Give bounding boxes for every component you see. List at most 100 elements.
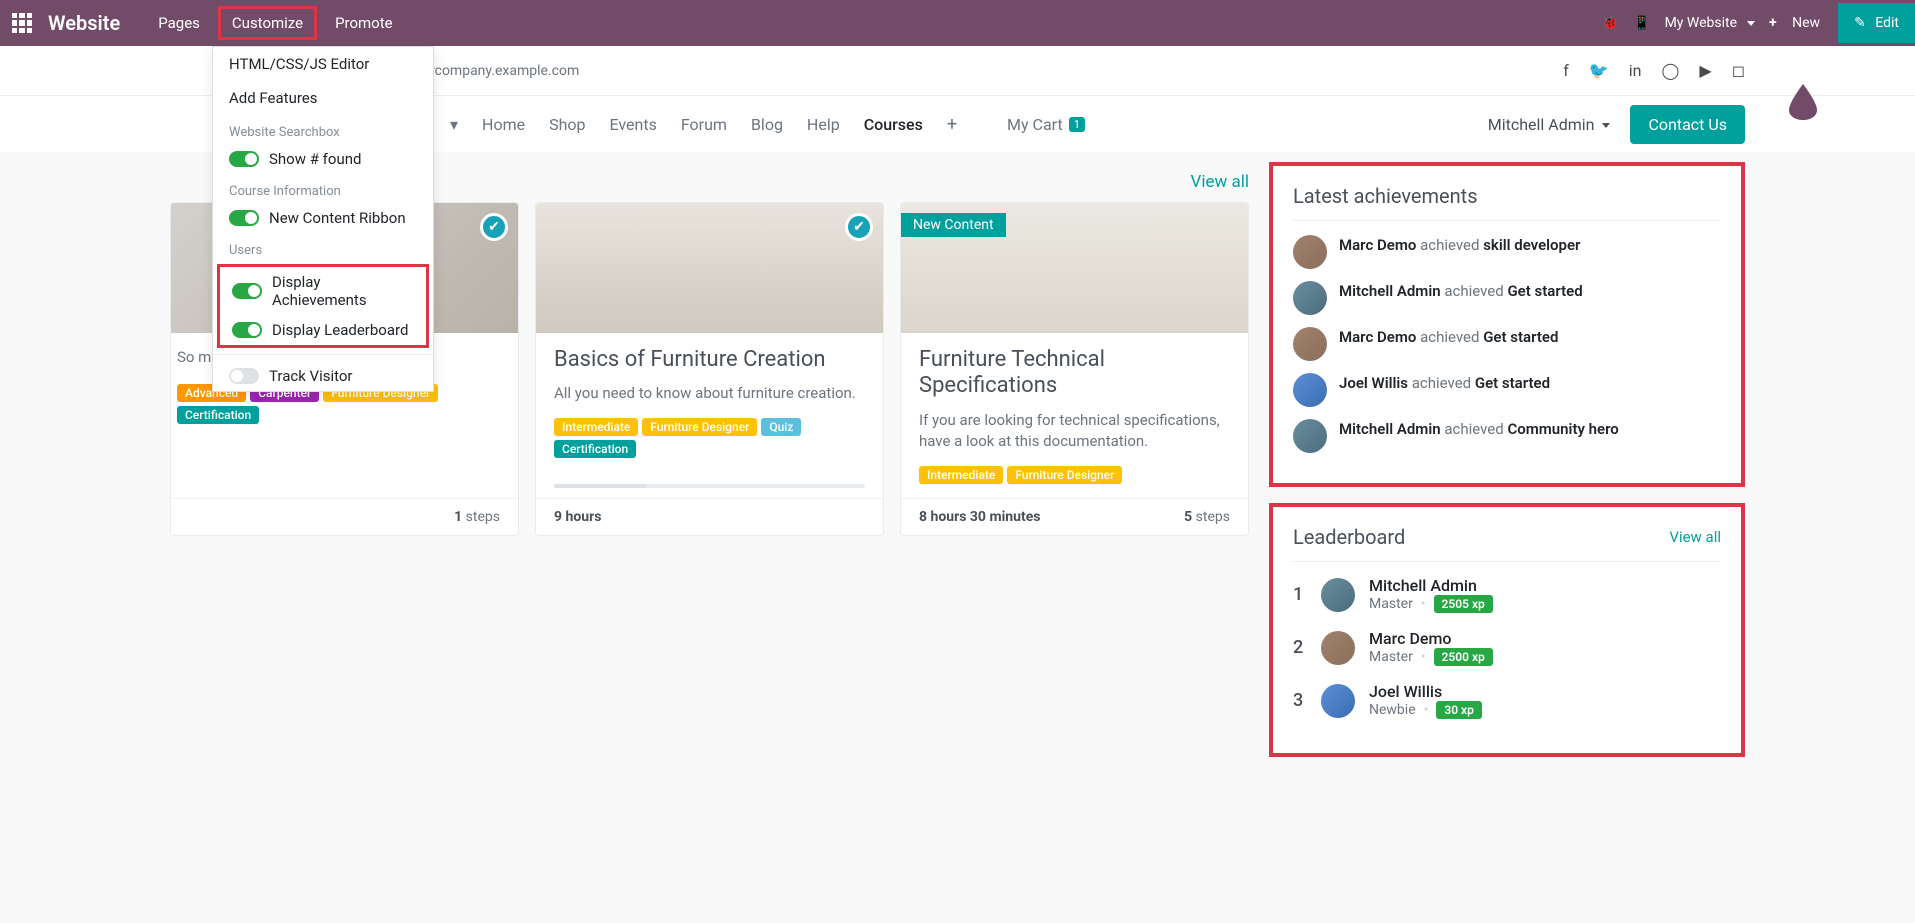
nav-links: ▾ Home Shop Events Forum Blog Help Cours… [450,114,957,135]
achievements-list: Marc Demo achieved skill developer Mitch… [1293,235,1721,453]
xp-badge: 2500 xp [1434,648,1493,666]
dropdown-html-editor[interactable]: HTML/CSS/JS Editor [213,47,433,81]
my-website-dropdown[interactable]: My Website [1665,15,1755,31]
tag: Certification [554,440,636,458]
tag: Intermediate [919,466,1003,484]
nav-help[interactable]: Help [807,115,840,134]
course-progress [554,484,865,488]
course-title: Basics of Furniture Creation [554,347,865,373]
menu-customize[interactable]: Customize [218,6,317,40]
social-icons: f 🐦 in ◯ ▶ ◻ [1563,61,1745,80]
instagram-icon[interactable]: ◻ [1732,61,1745,80]
dropdown-add-features[interactable]: Add Features [213,81,433,115]
tag: Intermediate [554,418,638,436]
avatar [1293,327,1327,361]
avatar [1321,578,1355,612]
tag: Certification [177,406,259,424]
course-tags: Intermediate Furniture Designer [919,466,1230,484]
nav-forum[interactable]: Forum [681,115,727,134]
xp-badge: 30 xp [1436,701,1482,719]
toggle-show-found[interactable]: Show # found [213,144,433,174]
nav-caret[interactable]: ▾ [450,115,458,134]
sidebar: Latest achievements Marc Demo achieved s… [1269,162,1745,773]
course-title: Furniture Technical Specifications [919,347,1230,400]
toggle-display-leaderboard[interactable]: Display Leaderboard [220,315,426,345]
menu-pages[interactable]: Pages [144,6,214,40]
achievement-item: Marc Demo achieved skill developer [1293,235,1721,269]
company-email: rcompany.example.com [430,63,579,79]
course-desc: If you are looking for technical specifi… [919,410,1230,452]
nav-events[interactable]: Events [610,115,657,134]
customize-dropdown: HTML/CSS/JS Editor Add Features Website … [212,46,434,392]
nav-courses[interactable]: Courses [864,115,923,134]
highlighted-toggles: Display Achievements Display Leaderboard [217,264,429,348]
course-image: New Content [901,203,1248,333]
course-tags: Intermediate Furniture Designer Quiz Cer… [554,418,865,458]
achievements-panel: Latest achievements Marc Demo achieved s… [1269,162,1745,487]
achievement-item: Marc Demo achieved Get started [1293,327,1721,361]
course-footer: 1 steps [171,498,518,535]
my-cart[interactable]: My Cart 1 [1007,115,1085,134]
course-card-2[interactable]: ✔ Basics of Furniture Creation All you n… [535,202,884,536]
course-desc: All you need to know about furniture cre… [554,383,865,404]
tag: Quiz [761,418,801,436]
leaderboard-item: 2 Marc Demo Master•2500 xp [1293,629,1721,666]
contact-us-button[interactable]: Contact Us [1630,105,1745,144]
leaderboard-list: 1 Mitchell Admin Master•2505 xp 2 Marc D… [1293,576,1721,719]
achievement-item: Mitchell Admin achieved Get started [1293,281,1721,315]
tag: Furniture Designer [642,418,757,436]
leaderboard-item: 1 Mitchell Admin Master•2505 xp [1293,576,1721,613]
github-icon[interactable]: ◯ [1662,61,1680,80]
new-button[interactable]: + New [1769,15,1820,31]
topbar-right: 🐞 📱 My Website + New ✎ Edit [1602,15,1903,31]
view-all-courses[interactable]: View all [1191,172,1249,192]
section-searchbox: Website Searchbox [213,115,433,144]
avatar [1321,684,1355,718]
nav-right: Mitchell Admin Contact Us [1488,105,1745,144]
toggle-display-achievements[interactable]: Display Achievements [220,267,426,315]
xp-badge: 2505 xp [1434,595,1493,613]
facebook-icon[interactable]: f [1563,61,1569,80]
avatar [1321,631,1355,665]
user-menu[interactable]: Mitchell Admin [1488,115,1611,134]
leaderboard-item: 3 Joel Willis Newbie•30 xp [1293,682,1721,719]
leaderboard-panel: Leaderboard View all 1 Mitchell Admin Ma… [1269,503,1745,757]
achievement-item: Joel Willis achieved Get started [1293,373,1721,407]
tag: Furniture Designer [1007,466,1122,484]
course-image: ✔ [536,203,883,333]
course-card-3[interactable]: New Content Furniture Technical Specific… [900,202,1249,536]
nav-add-icon[interactable]: + [947,114,957,135]
section-course-info: Course Information [213,174,433,203]
achievements-title: Latest achievements [1293,184,1478,208]
youtube-icon[interactable]: ▶ [1699,61,1711,80]
toggle-new-content-ribbon[interactable]: New Content Ribbon [213,203,433,233]
bug-icon[interactable]: 🐞 [1602,15,1619,31]
linkedin-icon[interactable]: in [1629,61,1642,80]
avatar [1293,373,1327,407]
check-badge-icon: ✔ [845,213,873,241]
nav-blog[interactable]: Blog [751,115,783,134]
apps-icon[interactable] [12,13,32,33]
avatar [1293,419,1327,453]
topbar: Website Pages Customize Promote 🐞 📱 My W… [0,0,1915,46]
achievement-item: Mitchell Admin achieved Community hero [1293,419,1721,453]
drop-indicator-icon [1789,84,1817,124]
course-footer: 8 hours 30 minutes 5 steps [901,498,1248,535]
mobile-icon[interactable]: 📱 [1633,15,1650,31]
new-content-ribbon: New Content [901,213,1006,237]
check-badge-icon: ✔ [480,213,508,241]
twitter-icon[interactable]: 🐦 [1589,61,1609,80]
top-menu: Pages Customize Promote [144,6,406,40]
cart-count-badge: 1 [1069,117,1085,132]
menu-promote[interactable]: Promote [321,6,407,40]
brand[interactable]: Website [48,11,120,35]
toggle-track-visitor[interactable]: Track Visitor [213,361,433,391]
leaderboard-view-all[interactable]: View all [1669,528,1721,546]
nav-shop[interactable]: Shop [549,115,585,134]
edit-button[interactable]: ✎ Edit [1838,3,1915,43]
leaderboard-title: Leaderboard [1293,525,1405,549]
nav-home[interactable]: Home [482,115,525,134]
course-footer: 9 hours [536,498,883,535]
section-users: Users [213,233,433,262]
avatar [1293,281,1327,315]
